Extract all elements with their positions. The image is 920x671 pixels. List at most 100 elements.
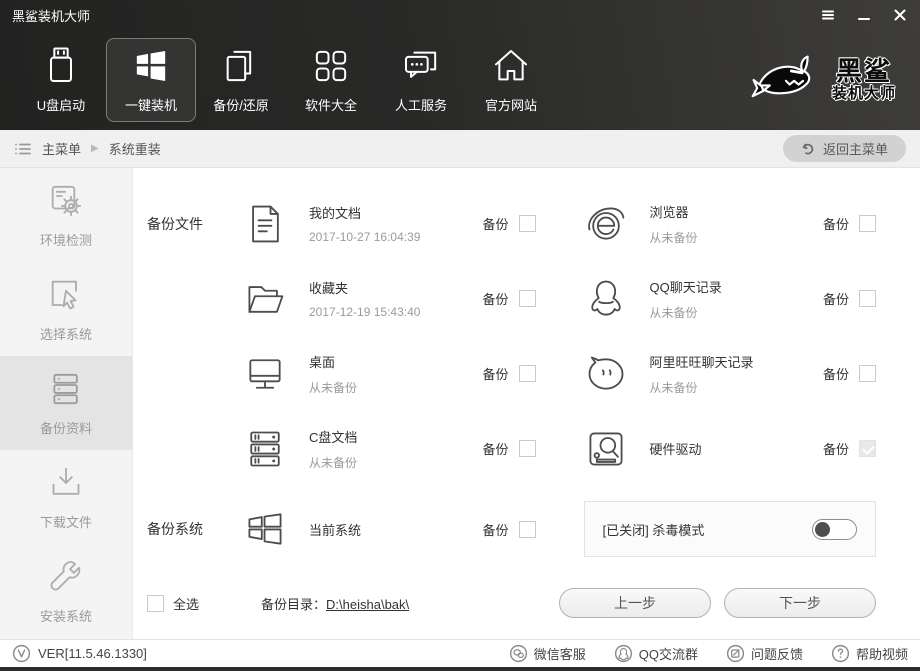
nav-item-one-key-install[interactable]: 一键装机	[106, 38, 196, 122]
backup-restore-icon	[226, 50, 252, 82]
sidebar-label: 下载文件	[39, 515, 92, 530]
backup-checkbox-my-documents[interactable]	[518, 215, 536, 232]
antivirus-toggle[interactable]	[812, 518, 857, 540]
item-name: 硬件驱动	[649, 442, 702, 457]
select-system-icon	[51, 280, 77, 310]
backup-item-qq-chat: QQ聊天记录 从未备份 备份	[584, 277, 876, 321]
apps-grid-icon	[315, 50, 347, 82]
breadcrumb: 主菜单 ▶ 系统重装 返回主菜单	[0, 130, 920, 168]
backup-checkbox-c-drive[interactable]	[518, 440, 536, 457]
breadcrumb-current: 系统重装	[108, 142, 161, 157]
sidebar-label: 安装系统	[39, 609, 92, 624]
minimize-button[interactable]	[856, 7, 872, 23]
feedback-icon	[726, 644, 745, 663]
sidebar-item-install-system[interactable]: 安装系统	[0, 544, 132, 638]
home-icon	[495, 50, 527, 81]
list-icon	[15, 143, 31, 154]
item-status: 2017-12-19 15:43:40	[309, 305, 421, 319]
backup-checkbox-favorites[interactable]	[518, 290, 536, 307]
nav-label: 官方网站	[484, 98, 537, 113]
environment-check-icon	[51, 185, 82, 217]
shark-icon	[751, 55, 811, 98]
next-step-button[interactable]: 下一步	[724, 588, 876, 618]
item-name: 收藏夹	[309, 281, 349, 296]
minimize-icon	[858, 18, 870, 20]
sidebar-label: 选择系统	[39, 327, 92, 342]
backup-label: 备份	[822, 292, 849, 307]
ie-browser-icon	[584, 202, 628, 246]
item-name: 桌面	[309, 354, 336, 370]
backup-checkbox-qq-chat[interactable]	[859, 290, 876, 307]
feedback-link[interactable]: 问题反馈	[726, 644, 803, 663]
sidebar-label: 备份资料	[39, 421, 92, 436]
nav-item-support[interactable]: 人工服务	[376, 38, 466, 122]
backup-row: C盘文档 从未备份 备份 硬件驱动 备份	[147, 411, 876, 486]
item-status: 2017-10-27 16:04:39	[309, 230, 421, 244]
previous-step-button[interactable]: 上一步	[559, 588, 711, 618]
backup-system-row: 备份系统 当前系统 备份 [已关闭] 杀毒模式	[147, 486, 876, 572]
close-icon	[894, 9, 906, 21]
nav-label: 人工服务	[394, 98, 447, 113]
nav-item-usb-boot[interactable]: U盘启动	[16, 38, 106, 122]
nav-item-official-site[interactable]: 官方网站	[466, 38, 556, 122]
nav-label: 软件大全	[304, 98, 357, 113]
window-title: 黑鲨装机大师	[12, 8, 91, 24]
backup-item-c-drive-docs: C盘文档 从未备份 备份	[243, 427, 536, 471]
backup-checkbox-current-system[interactable]	[518, 520, 536, 538]
close-button[interactable]	[892, 7, 908, 23]
wechat-support-link[interactable]: 微信客服	[509, 644, 586, 663]
logo-line1: 黑鲨	[835, 56, 892, 87]
breadcrumb-root[interactable]: 主菜单	[42, 139, 81, 158]
backup-label: 备份	[822, 442, 849, 457]
sidebar-item-select-system[interactable]: 选择系统	[0, 262, 132, 356]
wangwang-icon	[584, 352, 628, 396]
nav-label: 备份/还原	[213, 98, 269, 113]
back-to-main-menu-button[interactable]: 返回主菜单	[782, 135, 906, 162]
backup-item-wangwang-chat: 阿里旺旺聊天记录 从未备份 备份	[584, 352, 876, 396]
status-link-label: 问题反馈	[750, 647, 803, 662]
status-link-label: 微信客服	[533, 647, 586, 662]
item-status: 从未备份	[309, 455, 358, 470]
nav-label: U盘启动	[36, 98, 86, 113]
help-video-link[interactable]: 帮助视频	[831, 644, 908, 663]
nav-item-software[interactable]: 软件大全	[286, 38, 376, 122]
desktop-icon	[243, 352, 287, 396]
status-link-label: 帮助视频	[855, 647, 908, 662]
select-all-checkbox[interactable]	[147, 594, 164, 612]
toggle-knob	[815, 521, 830, 537]
item-name: 浏览器	[649, 204, 689, 220]
usb-drive-icon	[50, 47, 72, 83]
steps-sidebar: 环境检测 选择系统 备份资料 下载文件 安装系统	[0, 168, 133, 639]
backup-label: 备份	[482, 522, 509, 538]
antivirus-cell: [已关闭] 杀毒模式	[583, 501, 876, 557]
back-button-label: 返回主菜单	[822, 142, 888, 157]
backup-dir-link[interactable]: D:\heisha\bak\	[326, 597, 409, 612]
hamburger-icon	[822, 10, 834, 20]
item-name: QQ聊天记录	[649, 279, 722, 295]
sidebar-item-download-files[interactable]: 下载文件	[0, 450, 132, 544]
main-nav: U盘启动 一键装机 备份/还原 软件大全 人工服务 官方网站 黑鲨 装机大师	[0, 30, 920, 130]
group-label-system: 备份系统	[147, 521, 203, 537]
hard-drive-icon	[584, 427, 628, 471]
backup-checkbox-browser[interactable]	[859, 215, 876, 232]
brand-logo: 黑鲨 装机大师	[750, 51, 904, 109]
menu-button[interactable]	[820, 7, 836, 23]
header: 黑鲨装机大师 U盘启动 一键装机 备份/还原 软件大全 人工服务 官方网站 黑鲨…	[0, 0, 920, 130]
backup-item-my-documents: 我的文档 2017-10-27 16:04:39 备份	[243, 202, 536, 246]
backup-checkbox-wangwang-chat[interactable]	[859, 365, 876, 382]
backup-checkbox-desktop[interactable]	[518, 365, 536, 382]
version-icon	[12, 644, 31, 663]
backup-checkbox-hardware-driver	[859, 440, 876, 457]
nav-item-backup-restore[interactable]: 备份/还原	[196, 38, 286, 122]
item-name: 当前系统	[309, 522, 362, 538]
qq-icon	[614, 644, 632, 663]
statusbar: VER[11.5.46.1330] 微信客服 QQ交流群 问题反馈 帮助视频	[0, 639, 920, 667]
sidebar-item-backup-data[interactable]: 备份资料	[0, 356, 132, 450]
sidebar-label: 环境检测	[39, 233, 92, 248]
qq-group-link[interactable]: QQ交流群	[614, 644, 698, 663]
windows-outline-icon	[243, 507, 287, 551]
item-status: 从未备份	[649, 380, 698, 395]
sidebar-item-env-check[interactable]: 环境检测	[0, 168, 132, 262]
breadcrumb-arrow-icon: ▶	[91, 143, 99, 154]
nav-label: 一键装机	[124, 98, 177, 113]
